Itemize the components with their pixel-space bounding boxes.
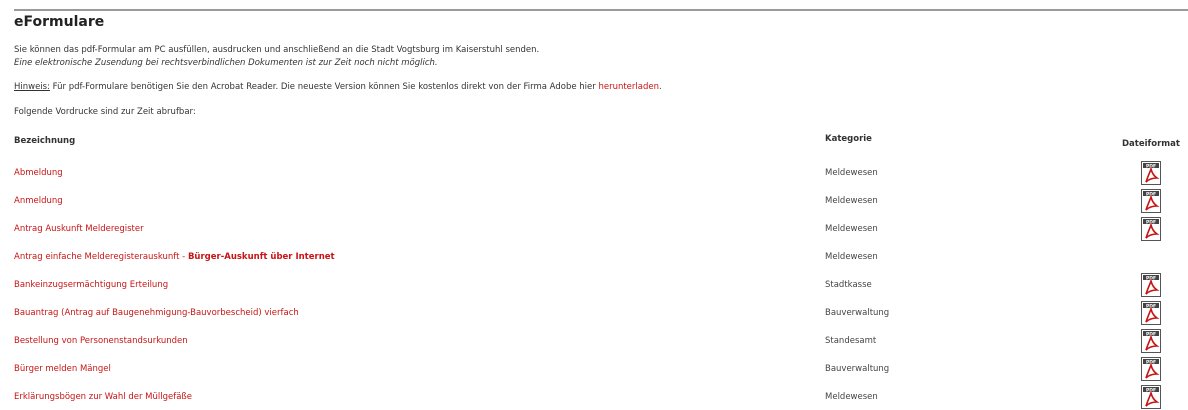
table-row: Bauantrag (Antrag auf Baugenehmigung-Bau… xyxy=(0,298,1188,326)
table-row: Bankeinzugsermächtigung Erteilung Stadtka… xyxy=(0,270,1188,298)
form-link[interactable]: Bestellung von Personenstandsurkunden xyxy=(14,336,188,346)
hint-label: Hinweis: xyxy=(14,82,50,92)
form-link[interactable]: Antrag einfache Melderegisterauskunft - … xyxy=(14,252,335,262)
form-name: Bürger melden Mängel xyxy=(14,364,111,374)
form-name: Abmeldung xyxy=(14,168,63,178)
form-name: Bauantrag (Antrag auf Baugenehmigung-Bau… xyxy=(14,308,299,318)
form-category: Standesamt xyxy=(825,336,877,346)
form-name-emphasis: Bürger-Auskunft über Internet xyxy=(187,252,335,262)
table-row: Bestellung von Personenstandsurkunden Sta… xyxy=(0,326,1188,354)
column-header-name: Bezeichnung xyxy=(14,136,76,146)
pdf-file-icon[interactable]: PDF xyxy=(1141,189,1161,213)
form-category: Meldewesen xyxy=(825,392,878,402)
form-category: Bauverwaltung xyxy=(825,364,890,374)
form-name: Bestellung von Personenstandsurkunden xyxy=(14,336,188,346)
intro-text: Sie können das pdf-Formular am PC ausfül… xyxy=(14,45,540,55)
download-link[interactable]: herunterladen xyxy=(598,82,659,92)
pdf-file-icon[interactable]: PDF xyxy=(1141,161,1161,185)
form-name: Antrag einfache Melderegisterauskunft - xyxy=(14,252,188,262)
form-category: Bauverwaltung xyxy=(825,308,890,318)
form-name: Erklärungsbögen zur Wahl der Müllgefäße xyxy=(14,392,193,402)
form-link[interactable]: Antrag Auskunft Melderegister xyxy=(14,224,144,234)
pdf-file-icon[interactable]: PDF xyxy=(1141,273,1161,297)
table-row: Anmeldung Meldewesen PDF xyxy=(0,186,1188,214)
table-row: Erklärungsbögen zur Wahl der Müllgefäße M… xyxy=(0,382,1188,410)
table-row: Bürger melden Mängel Bauverwaltung PDF xyxy=(0,354,1188,382)
form-category: Meldewesen xyxy=(825,224,878,234)
hint-end: . xyxy=(658,82,662,92)
table-row: Abmeldung Meldewesen PDF xyxy=(0,158,1188,186)
intro-note: Eine elektronische Zusendung bei rechtsv… xyxy=(14,58,438,68)
column-header-category: Kategorie xyxy=(825,134,872,144)
form-link[interactable]: Bankeinzugsermächtigung Erteilung xyxy=(14,280,168,290)
form-category: Meldewesen xyxy=(825,196,878,206)
form-name: Bankeinzugsermächtigung Erteilung xyxy=(14,280,169,290)
form-link[interactable]: Bürger melden Mängel xyxy=(14,364,111,374)
form-category: Meldewesen xyxy=(825,252,878,262)
table-row: Antrag Auskunft Melderegister Meldewesen P… xyxy=(0,214,1188,242)
pdf-file-icon[interactable]: PDF xyxy=(1141,385,1161,409)
form-link[interactable]: Erklärungsbögen zur Wahl der Müllgefäße xyxy=(14,392,192,402)
top-divider xyxy=(14,9,1188,11)
pdf-file-icon[interactable]: PDF xyxy=(1141,301,1161,325)
pdf-file-icon[interactable]: PDF xyxy=(1141,357,1161,381)
form-category: Stadtkasse xyxy=(825,280,872,290)
page-title: eFormulare xyxy=(14,14,105,30)
pdf-file-icon[interactable]: PDF xyxy=(1141,329,1161,353)
available-forms-text: Folgende Vordrucke sind zur Zeit abrufba… xyxy=(14,107,196,117)
hint-text: Für pdf-Formulare benötigen Sie den Acro… xyxy=(49,82,599,92)
hint-paragraph: Hinweis: Für pdf-Formulare benötigen Sie… xyxy=(14,82,662,92)
table-row: Antrag einfache Melderegisterauskunft - … xyxy=(0,242,1188,270)
form-name: Anmeldung xyxy=(14,196,63,206)
form-link[interactable]: Anmeldung xyxy=(14,196,63,206)
form-link[interactable]: Abmeldung xyxy=(14,168,63,178)
form-category: Meldewesen xyxy=(825,168,878,178)
pdf-file-icon[interactable]: PDF xyxy=(1141,217,1161,241)
form-name: Antrag Auskunft Melderegister xyxy=(14,224,144,234)
form-link[interactable]: Bauantrag (Antrag auf Baugenehmigung-Bau… xyxy=(14,308,299,318)
column-header-format: Dateiformat xyxy=(1122,139,1180,149)
